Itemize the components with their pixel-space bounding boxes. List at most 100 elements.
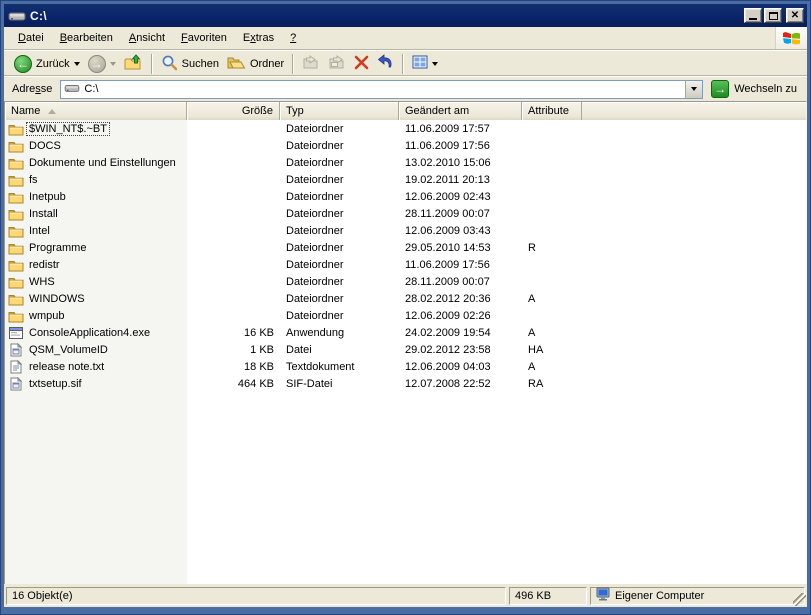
file-name-cell: Inetpub	[5, 190, 187, 204]
menu-item-extras[interactable]: Extras	[235, 29, 282, 47]
table-row[interactable]: DOCS Dateiordner11.06.2009 17:56	[5, 137, 806, 154]
go-label: Wechseln zu	[734, 83, 797, 95]
column-header-filler	[582, 102, 806, 120]
table-row[interactable]: txtsetup.sif464 KBSIF-Datei12.07.2008 22…	[5, 375, 806, 392]
file-name[interactable]: WINDOWS	[27, 293, 87, 305]
folders-label: Ordner	[250, 58, 284, 70]
table-row[interactable]: InetpubDateiordner12.06.2009 02:43	[5, 188, 806, 205]
file-type-cell: Datei	[280, 344, 399, 356]
table-row[interactable]: ConsoleApplication4.exe16 KBAnwendung24.…	[5, 324, 806, 341]
file-name[interactable]: ConsoleApplication4.exe	[27, 327, 152, 339]
maximize-button[interactable]	[764, 8, 782, 23]
forward-button[interactable]: →	[84, 53, 120, 75]
file-name[interactable]: redistr	[27, 259, 62, 271]
address-input[interactable]: C:\	[60, 80, 703, 99]
table-row[interactable]: InstallDateiordner28.11.2009 00:07	[5, 205, 806, 222]
file-name[interactable]: $WIN_NT$.~BT	[27, 123, 109, 135]
column-label: Geändert am	[405, 105, 469, 117]
column-header-modified[interactable]: Geändert am	[399, 102, 522, 120]
file-type-cell: Dateiordner	[280, 140, 399, 152]
status-total-size: 496 KB	[509, 587, 587, 605]
file-icon	[8, 343, 24, 357]
file-name-cell: fs	[5, 173, 187, 187]
go-button[interactable]: → Wechseln zu	[707, 79, 803, 99]
file-name[interactable]: Inetpub	[27, 191, 68, 203]
folder-icon	[8, 275, 24, 289]
file-type-cell: Textdokument	[280, 361, 399, 373]
file-size-cell: 464 KB	[187, 378, 280, 390]
column-header-name[interactable]: Name	[5, 102, 187, 120]
delete-button[interactable]	[350, 53, 373, 75]
table-row[interactable]: IntelDateiordner12.06.2009 03:43	[5, 222, 806, 239]
menu-item-hilfe[interactable]: ?	[282, 29, 304, 47]
window-title: C:\	[30, 9, 742, 23]
menu-item-datei[interactable]: Datei	[10, 29, 52, 47]
file-name[interactable]: Intel	[27, 225, 52, 237]
move-to-button[interactable]	[298, 53, 324, 75]
title-bar[interactable]: C:\ ✕	[4, 4, 807, 27]
file-modified-cell: 11.06.2009 17:56	[399, 140, 522, 152]
copy-to-button[interactable]	[324, 53, 350, 75]
file-attributes-cell: A	[522, 293, 582, 305]
table-row[interactable]: Dokumente und EinstellungenDateiordner13…	[5, 154, 806, 171]
close-button[interactable]: ✕	[786, 8, 804, 23]
resize-grip[interactable]	[793, 593, 806, 606]
column-header-type[interactable]: Typ	[280, 102, 399, 120]
folders-button[interactable]: Ordner	[223, 53, 288, 75]
file-type-cell: Dateiordner	[280, 225, 399, 237]
file-type-cell: Dateiordner	[280, 310, 399, 322]
file-name[interactable]: DOCS	[27, 140, 63, 152]
up-button[interactable]	[120, 52, 147, 76]
folder-icon	[8, 241, 24, 255]
file-type-cell: Dateiordner	[280, 123, 399, 135]
file-modified-cell: 28.02.2012 20:36	[399, 293, 522, 305]
table-row[interactable]: redistrDateiordner11.06.2009 17:56	[5, 256, 806, 273]
menu-bar: DateiBearbeitenAnsichtFavoritenExtras?	[4, 27, 807, 50]
file-name[interactable]: Dokumente und Einstellungen	[27, 157, 178, 169]
toolbar-separator	[402, 54, 404, 74]
back-button[interactable]: ← Zurück	[10, 53, 84, 75]
table-row[interactable]: $WIN_NT$.~BT Dateiordner11.06.2009 17:57	[5, 120, 806, 137]
drive-icon	[8, 9, 26, 23]
views-button[interactable]	[408, 53, 442, 74]
sif-file-icon	[8, 377, 24, 391]
table-row[interactable]: fsDateiordner19.02.2011 20:13	[5, 171, 806, 188]
menu-item-favoriten[interactable]: Favoriten	[173, 29, 235, 47]
file-name[interactable]: WHS	[27, 276, 57, 288]
file-name[interactable]: release note.txt	[27, 361, 106, 373]
file-name[interactable]: Programme	[27, 242, 88, 254]
file-attributes-cell: A	[522, 327, 582, 339]
application-icon	[8, 326, 24, 340]
search-button[interactable]: Suchen	[157, 52, 223, 76]
back-dropdown-icon	[74, 62, 80, 66]
table-row[interactable]: release note.txt18 KBTextdokument12.06.2…	[5, 358, 806, 375]
column-header-size[interactable]: Größe	[187, 102, 280, 120]
menu-item-bearbeiten[interactable]: Bearbeiten	[52, 29, 121, 47]
windows-logo	[775, 27, 807, 49]
table-row[interactable]: WHSDateiordner28.11.2009 00:07	[5, 273, 806, 290]
file-name[interactable]: fs	[27, 174, 40, 186]
status-zone-label: Eigener Computer	[615, 590, 704, 602]
address-dropdown-button[interactable]	[685, 81, 702, 98]
minimize-button[interactable]	[744, 8, 762, 23]
file-modified-cell: 11.06.2009 17:57	[399, 123, 522, 135]
file-attributes-cell: A	[522, 361, 582, 373]
column-header-attributes[interactable]: Attribute	[522, 102, 582, 120]
file-name[interactable]: Install	[27, 208, 60, 220]
back-label: Zurück	[36, 58, 70, 70]
table-row[interactable]: wmpub Dateiordner12.06.2009 02:26	[5, 307, 806, 324]
menu-item-ansicht[interactable]: Ansicht	[121, 29, 173, 47]
file-name[interactable]: wmpub	[27, 310, 66, 322]
folder-icon	[8, 173, 24, 187]
undo-button[interactable]	[373, 52, 398, 75]
toolbar-separator	[151, 54, 153, 74]
file-modified-cell: 12.06.2009 02:26	[399, 310, 522, 322]
file-name[interactable]: txtsetup.sif	[27, 378, 84, 390]
file-name[interactable]: QSM_VolumeID	[27, 344, 110, 356]
table-row[interactable]: QSM_VolumeID1 KBDatei29.02.2012 23:58HA	[5, 341, 806, 358]
table-row[interactable]: ProgrammeDateiordner29.05.2010 14:53R	[5, 239, 806, 256]
table-row[interactable]: WINDOWSDateiordner28.02.2012 20:36A	[5, 290, 806, 307]
status-object-count: 16 Objekt(e)	[6, 587, 506, 605]
file-name-cell: Install	[5, 207, 187, 221]
file-modified-cell: 12.06.2009 02:43	[399, 191, 522, 203]
